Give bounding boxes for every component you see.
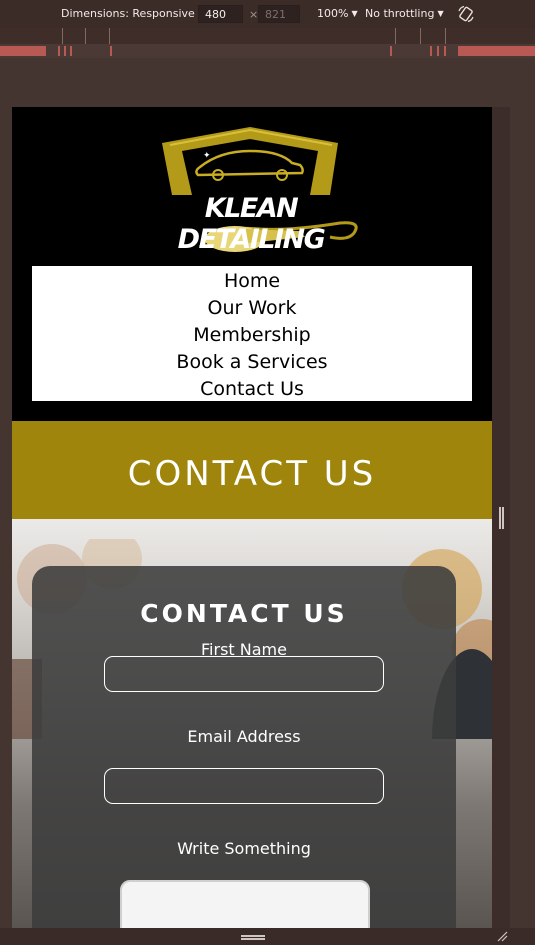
svg-text:✦: ✦	[203, 151, 211, 161]
site-header: ✦ KLEAN DETAILING Home Our Work Membersh…	[12, 107, 492, 421]
contact-form-card: CONTACT US First Name Email Address Writ…	[32, 566, 456, 928]
rotate-icon[interactable]	[457, 5, 475, 23]
chevron-down-icon: ▼	[351, 9, 358, 18]
zoom-dropdown[interactable]: 100% ▼	[317, 7, 358, 20]
main-nav: Home Our Work Membership Book a Services…	[32, 266, 472, 401]
height-input[interactable]: 821	[258, 5, 300, 23]
throttling-dropdown[interactable]: No throttling ▼	[365, 7, 444, 20]
media-query-bar-top[interactable]	[0, 28, 535, 44]
nav-item-home[interactable]: Home	[32, 268, 472, 295]
nav-item-book-services[interactable]: Book a Services	[32, 349, 472, 376]
first-name-field[interactable]	[104, 656, 384, 692]
times-separator: ×	[249, 8, 259, 21]
zoom-label: 100%	[317, 7, 349, 20]
form-title: CONTACT US	[140, 599, 348, 628]
hero-background: CONTACT US First Name Email Address Writ…	[12, 519, 492, 928]
message-label: Write Something	[177, 839, 311, 858]
dimensions-label: Dimensions: Responsive	[61, 7, 195, 20]
resize-handle-right[interactable]	[499, 507, 504, 529]
page-title: CONTACT US	[127, 454, 377, 494]
width-input[interactable]: 480	[198, 5, 243, 23]
email-label: Email Address	[187, 727, 301, 746]
logo-text: KLEAN DETAILING	[177, 193, 326, 255]
nav-item-contact-us[interactable]: Contact Us	[32, 376, 472, 403]
media-query-bar-bottom[interactable]	[0, 44, 535, 58]
nav-item-membership[interactable]: Membership	[32, 322, 472, 349]
device-viewport: ✦ KLEAN DETAILING Home Our Work Membersh…	[12, 107, 492, 928]
devtools-toolbar: Dimensions: Responsive ▼ 480 × 821 100% …	[0, 0, 535, 28]
page-banner: CONTACT US	[12, 421, 492, 519]
viewport-bottom-edge	[0, 928, 535, 945]
message-textarea[interactable]	[120, 880, 370, 928]
email-field[interactable]	[104, 768, 384, 804]
chevron-down-icon: ▼	[437, 9, 444, 18]
resize-corner-icon[interactable]	[496, 930, 508, 942]
logo[interactable]: ✦ KLEAN DETAILING	[140, 125, 362, 261]
throttling-label: No throttling	[365, 7, 435, 20]
dimensions-dropdown[interactable]: Dimensions: Responsive ▼	[61, 7, 204, 20]
nav-item-our-work[interactable]: Our Work	[32, 295, 472, 322]
resize-handle-bottom[interactable]	[241, 935, 265, 940]
